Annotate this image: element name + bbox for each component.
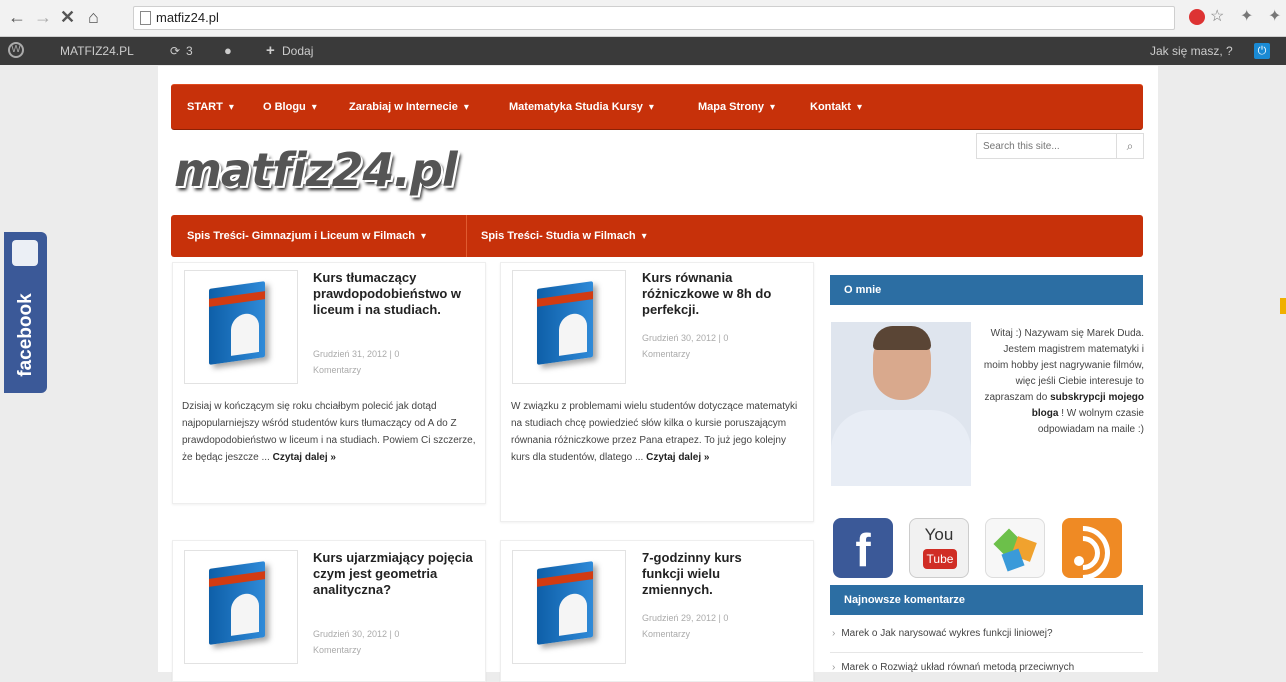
recent-comment[interactable]: › Marek o Jak narysować wykres funkcji li… xyxy=(832,627,1053,641)
edge-marker xyxy=(1280,298,1286,314)
course-box-image xyxy=(209,561,265,645)
post-title[interactable]: Kurs ujarzmiający pojęcia czym jest geom… xyxy=(313,550,473,598)
post-thumbnail[interactable] xyxy=(512,270,626,384)
chevron-down-icon: ▾ xyxy=(856,102,862,113)
site-logo[interactable]: matfiz24.pl xyxy=(174,143,458,197)
chevron-down-icon: ▾ xyxy=(648,102,654,113)
search-input[interactable] xyxy=(981,136,1115,156)
home-icon[interactable]: ⌂ xyxy=(88,7,99,27)
chevron-down-icon: ▾ xyxy=(641,231,647,242)
read-more-link[interactable]: Czytaj dalej » xyxy=(646,452,709,463)
post-excerpt: W związku z problemami wielu studentów d… xyxy=(511,401,798,463)
comments-widget-title: Najnowsze komentarze xyxy=(830,585,1143,615)
post-date: Grudzień 31, 2012 | 0 xyxy=(313,349,400,359)
course-box-image xyxy=(537,281,593,365)
post-comments-link[interactable]: Komentarzy xyxy=(313,642,361,658)
thumbs-up-icon xyxy=(12,240,38,266)
post-comments-link[interactable]: Komentarzy xyxy=(642,346,690,362)
youtube-icon[interactable]: You Tube xyxy=(909,518,969,578)
chevron-down-icon: ▾ xyxy=(421,231,427,242)
facebook-side-tab[interactable]: facebook xyxy=(4,232,47,393)
facebook-tab-label: facebook xyxy=(15,293,36,377)
facebook-icon[interactable]: f xyxy=(833,518,893,578)
course-box-image xyxy=(209,281,265,365)
menu-item-start[interactable]: START ▾ xyxy=(187,85,234,130)
menu-item-kontakt[interactable]: Kontakt ▾ xyxy=(810,85,862,130)
menu-item-matematyka[interactable]: Matematyka Studia Kursy ▾ xyxy=(509,85,654,130)
about-text: Witaj :) Nazywam się Marek Duda. Jestem … xyxy=(983,328,1144,435)
search-box: ⌕ xyxy=(976,133,1144,159)
url-text: matfiz24.pl xyxy=(156,10,219,25)
stop-icon[interactable]: ✕ xyxy=(60,7,75,27)
author-photo xyxy=(831,322,971,486)
wordpress-icon[interactable]: W xyxy=(8,42,24,58)
user-greeting[interactable]: Jak się masz, ? xyxy=(1150,37,1233,65)
post-date: Grudzień 30, 2012 | 0 xyxy=(642,333,729,343)
rss-icon[interactable] xyxy=(1044,514,1122,592)
read-more-link[interactable]: Czytaj dalej » xyxy=(273,452,336,463)
main-menu: START ▾ O Blogu ▾ Zarabiaj w Internecie ▾ M… xyxy=(171,84,1143,130)
post-date: Grudzień 29, 2012 | 0 xyxy=(642,613,729,623)
post-thumbnail[interactable] xyxy=(184,550,298,664)
divider xyxy=(830,652,1143,653)
menu-item-mapa[interactable]: Mapa Strony ▾ xyxy=(698,85,775,130)
star-icon[interactable] xyxy=(985,518,1045,578)
chevron-down-icon: ▾ xyxy=(770,102,776,113)
menu-item-zarabiaj[interactable]: Zarabiaj w Internecie ▾ xyxy=(349,85,469,130)
updates-icon[interactable]: ⟳ xyxy=(170,37,180,65)
post-thumbnail[interactable] xyxy=(512,550,626,664)
post-thumbnail[interactable] xyxy=(184,270,298,384)
comments-icon[interactable]: ● xyxy=(224,37,232,65)
chevron-down-icon: ▾ xyxy=(463,102,469,113)
wp-admin-bar: W MATFIZ24.PL ⟳ 3 ● + Dodaj Jak się masz… xyxy=(0,37,1286,65)
extension-icon[interactable]: ✦ xyxy=(1240,8,1253,26)
about-widget-title: O mnie xyxy=(830,275,1143,305)
chevron-down-icon: ▾ xyxy=(311,102,317,113)
menu-item-spis-gimnazjum[interactable]: Spis Treści- Gimnazjum i Liceum w Filmac… xyxy=(187,215,426,258)
course-box-image xyxy=(537,561,593,645)
add-new-link[interactable]: Dodaj xyxy=(282,37,313,65)
page-icon xyxy=(140,11,151,25)
address-bar[interactable]: matfiz24.pl xyxy=(133,6,1175,30)
post-excerpt: Dzisiaj w kończącym się roku chciałbym p… xyxy=(182,401,476,463)
post-comments-link[interactable]: Komentarzy xyxy=(642,626,690,642)
updates-count[interactable]: 3 xyxy=(186,37,193,65)
menu-icon[interactable]: ✦ xyxy=(1268,8,1281,26)
bullet-icon: › xyxy=(832,662,836,673)
bookmark-star-icon[interactable]: ☆ xyxy=(1210,8,1224,26)
browser-toolbar: ← → ✕ ⌂ matfiz24.pl ☆ ✦ ✦ xyxy=(0,0,1286,37)
search-icon[interactable]: ⌕ xyxy=(1116,134,1143,158)
post-title[interactable]: Kurs równania różniczkowe w 8h do perfek… xyxy=(642,270,804,318)
bullet-icon: › xyxy=(832,628,836,639)
post-date: Grudzień 30, 2012 | 0 xyxy=(313,629,400,639)
chevron-down-icon: ▾ xyxy=(228,102,234,113)
site-name-link[interactable]: MATFIZ24.PL xyxy=(60,37,134,65)
secondary-menu: Spis Treści- Gimnazjum i Liceum w Filmac… xyxy=(171,215,1143,257)
menu-item-o-blogu[interactable]: O Blogu ▾ xyxy=(263,85,317,130)
post-title[interactable]: Kurs tłumaczący prawdopodobieństwo w lic… xyxy=(313,270,478,318)
menu-item-spis-studia[interactable]: Spis Treści- Studia w Filmach ▾ xyxy=(481,215,647,258)
post-title[interactable]: 7-godzinny kurs funkcji wielu zmiennych. xyxy=(642,550,782,598)
post-comments-link[interactable]: Komentarzy xyxy=(313,362,361,378)
plus-icon[interactable]: + xyxy=(266,37,275,65)
power-icon[interactable]: ⏻ xyxy=(1254,43,1270,59)
back-arrow-icon[interactable]: ← xyxy=(8,7,26,27)
forward-arrow-icon[interactable]: → xyxy=(34,7,52,27)
recent-comment[interactable]: › Marek o Rozwiąż układ równań metodą prz… xyxy=(832,661,1074,675)
menu-divider xyxy=(466,215,467,257)
adblock-icon[interactable] xyxy=(1189,9,1205,25)
